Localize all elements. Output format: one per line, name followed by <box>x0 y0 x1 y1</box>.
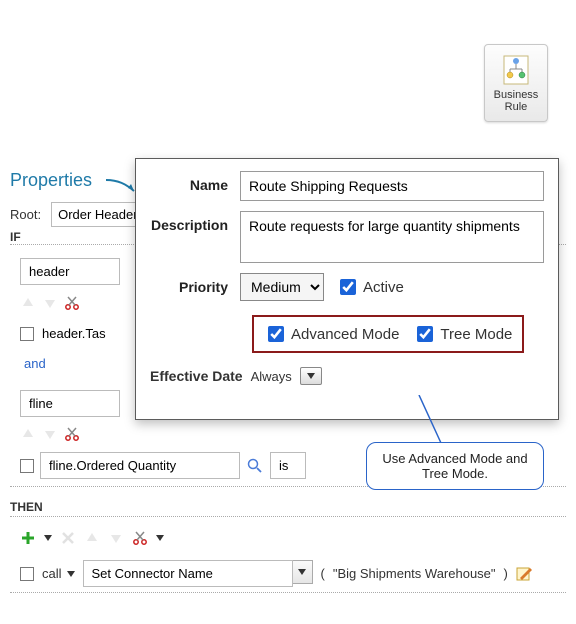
callout-text: Use Advanced Mode and Tree Mode. <box>382 451 527 481</box>
cut-icon[interactable] <box>64 295 80 311</box>
priority-select[interactable]: Medium <box>240 273 324 301</box>
delete-icon[interactable] <box>60 530 76 546</box>
action-dropdown-button[interactable] <box>293 560 313 584</box>
rule-name-input[interactable] <box>240 171 544 201</box>
tree-mode-checkbox[interactable] <box>417 326 433 342</box>
priority-label: Priority <box>150 279 240 295</box>
action-argument: "Big Shipments Warehouse" <box>333 566 496 581</box>
caret-down-icon <box>67 571 75 577</box>
add-dropdown-icon[interactable] <box>44 535 52 541</box>
advanced-mode-wrapper[interactable]: Advanced Mode <box>264 323 399 345</box>
rule-properties-panel: Name Description Priority Medium Active … <box>135 158 559 420</box>
root-label: Root: <box>10 207 41 222</box>
name-label: Name <box>150 171 240 193</box>
move-up-icon[interactable] <box>84 530 100 546</box>
then-section-label: THEN <box>10 500 43 514</box>
add-icon[interactable] <box>20 530 36 546</box>
properties-arrow-icon <box>104 176 138 196</box>
condition-header-task-input[interactable] <box>42 321 120 346</box>
move-down-icon[interactable] <box>42 295 58 311</box>
checkbox[interactable] <box>20 459 34 473</box>
logical-and: and <box>24 356 120 371</box>
divider <box>10 516 566 517</box>
action-name-input[interactable] <box>83 560 293 587</box>
close-paren: ) <box>504 566 508 581</box>
open-paren: ( <box>321 566 325 581</box>
cut-dropdown-icon[interactable] <box>156 535 164 541</box>
business-rule-icon <box>499 53 533 87</box>
active-label: Active <box>363 279 404 296</box>
callout-connector <box>415 395 455 445</box>
move-up-icon[interactable] <box>20 426 36 442</box>
move-up-icon[interactable] <box>20 295 36 311</box>
active-checkbox-wrapper[interactable]: Active <box>336 276 404 298</box>
operator-input[interactable] <box>270 452 306 479</box>
cut-icon[interactable] <box>132 530 148 546</box>
divider <box>10 592 566 593</box>
search-icon[interactable] <box>246 457 264 475</box>
rule-description-input[interactable] <box>240 211 544 263</box>
condition-fline-input[interactable] <box>20 390 120 417</box>
description-label: Description <box>150 211 240 233</box>
effective-date-value: Always <box>251 369 292 384</box>
move-down-icon[interactable] <box>108 530 124 546</box>
if-section-label: IF <box>10 230 21 244</box>
condition-header-input[interactable] <box>20 258 120 285</box>
business-rule-tile-label: BusinessRule <box>494 89 539 113</box>
business-rule-tile[interactable]: BusinessRule <box>484 44 548 122</box>
tree-mode-label: Tree Mode <box>440 326 512 343</box>
checkbox[interactable] <box>20 567 34 581</box>
mode-highlight-box: Advanced Mode Tree Mode <box>252 315 524 353</box>
cut-icon[interactable] <box>64 426 80 442</box>
callout-tooltip: Use Advanced Mode and Tree Mode. <box>366 442 544 490</box>
move-down-icon[interactable] <box>42 426 58 442</box>
call-label: call <box>42 566 62 581</box>
root-input[interactable] <box>51 202 146 227</box>
active-checkbox[interactable] <box>340 279 356 295</box>
tree-mode-wrapper[interactable]: Tree Mode <box>413 323 512 345</box>
advanced-mode-label: Advanced Mode <box>291 326 399 343</box>
properties-heading: Properties <box>10 170 92 191</box>
checkbox[interactable] <box>20 327 34 341</box>
call-dropdown[interactable]: call <box>42 566 75 581</box>
edit-icon[interactable] <box>516 566 532 582</box>
effective-date-dropdown[interactable] <box>300 367 322 385</box>
effective-date-label: Effective Date <box>150 368 243 384</box>
expression-field-input[interactable] <box>40 452 240 479</box>
advanced-mode-checkbox[interactable] <box>268 326 284 342</box>
